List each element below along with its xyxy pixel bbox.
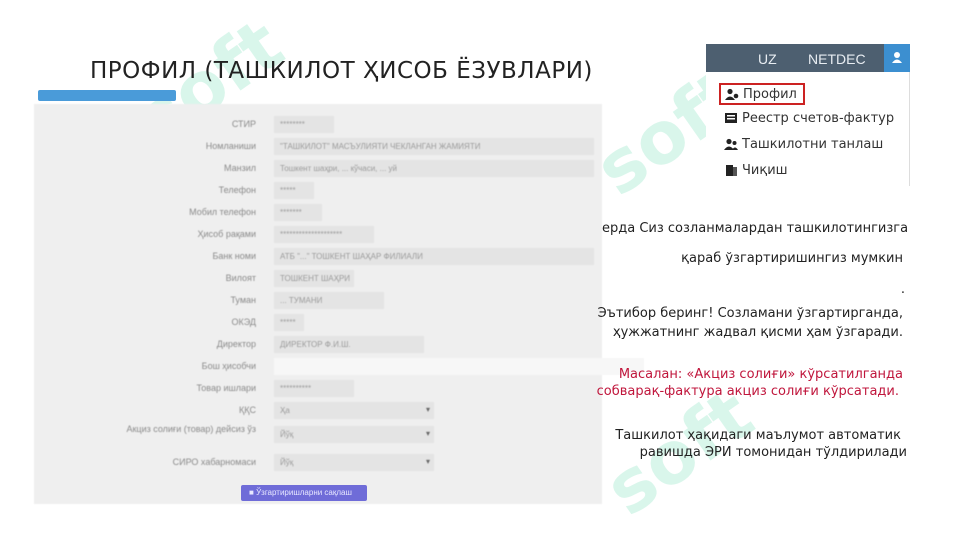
note-settings-2: қараб ўзгартиришингиз мумкин <box>681 251 903 266</box>
menu-item-label: Чиқиш <box>742 162 788 178</box>
field-label: Директор <box>216 339 256 349</box>
form-row-district: Туман ... ТУМАНИ <box>34 290 602 310</box>
form-row-bank: Банк номи АТБ "..." ТОШКЕНТ ШАҲАР ФИЛИАЛ… <box>34 246 602 266</box>
note-example-1: Масалан: «Акциз солиғи» кўрсатилганда <box>618 367 903 382</box>
region-field[interactable]: ТОШКЕНТ ШАҲРИ <box>274 270 354 287</box>
exit-icon <box>724 164 738 176</box>
save-button-label: Ўзгартиришларни сақлаш <box>256 488 352 497</box>
save-changes-button[interactable]: ■ Ўзгартиришларни сақлаш <box>241 485 367 501</box>
form-row-excise: Акциз солиғи (товар) дейсиз ўз Йўқ <box>34 422 602 450</box>
excise-select[interactable]: Йўқ <box>274 426 434 443</box>
field-label: ОКЭД <box>231 317 256 327</box>
field-label: СТИР <box>231 119 256 129</box>
field-label: Вилоят <box>225 273 256 283</box>
menu-item-logout[interactable]: Чиқиш <box>724 160 788 180</box>
menu-item-label: Ташкилотни танлаш <box>742 136 884 152</box>
menu-item-label: Реестр счетов-фактур <box>742 110 895 126</box>
note-auto-2: равишда ЭРИ томонидан тўлдирилади <box>639 445 907 460</box>
form-row-region: Вилоят ТОШКЕНТ ШАҲРИ <box>34 268 602 288</box>
language-switch[interactable]: UZ <box>758 51 777 67</box>
field-label: Мобил телефон <box>189 207 256 217</box>
director-field[interactable]: ДИРЕКТОР Ф.И.Ш. <box>274 336 424 353</box>
form-row-vat: ҚҚС Ҳа <box>34 400 602 420</box>
form-row-accountant: Бош ҳисобчи <box>34 356 644 376</box>
mobile-field[interactable]: ******* <box>274 204 322 221</box>
note-settings-1: ерда Сиз созланмалардан ташкилотингизга <box>602 221 909 236</box>
form-row-oked: ОКЭД ***** <box>34 312 602 332</box>
user-dropdown-menu: UZ NETDEC Профил Реестр счетов-фактур Та… <box>706 44 910 186</box>
field-label: Банк номи <box>212 251 256 261</box>
bank-field[interactable]: АТБ "..." ТОШКЕНТ ШАҲАР ФИЛИАЛИ <box>274 248 594 265</box>
form-row-tin: СТИР ******** <box>34 114 602 134</box>
field-label: СИРО хабарномаси <box>172 457 256 467</box>
note-dot: . <box>900 282 905 297</box>
form-row-name: Номланиши "ТАШКИЛОТ" МАСЪУЛИЯТИ ЧЕКЛАНГА… <box>34 136 602 156</box>
tin-field[interactable]: ******** <box>274 116 334 133</box>
menu-item-profile[interactable]: Профил <box>719 83 805 105</box>
menu-item-select-org[interactable]: Ташкилотни танлаш <box>724 134 883 154</box>
save-button-top[interactable] <box>38 90 176 101</box>
field-label: Ҳисоб рақами <box>197 229 256 239</box>
field-label: Туман <box>230 295 256 305</box>
profile-form: СТИР ******** Номланиши "ТАШКИЛОТ" МАСЪУ… <box>34 104 644 504</box>
oked-field[interactable]: ***** <box>274 314 304 331</box>
field-label: Манзил <box>224 163 256 173</box>
field-label: Акциз солиғи (товар) дейсиз ўз <box>126 424 256 434</box>
note-attention-1: Эътибор беринг! Созламани ўзгартирганда, <box>597 306 903 321</box>
form-row-siro: СИРО хабарномаси Йўқ <box>34 452 602 472</box>
siro-select[interactable]: Йўқ <box>274 454 434 471</box>
accountant-field[interactable] <box>274 358 644 375</box>
field-label: ҚҚС <box>239 405 256 415</box>
form-row-goods: Товар ишлари ********** <box>34 378 602 398</box>
phone-field[interactable]: ***** <box>274 182 314 199</box>
page-title: ПРОФИЛ (ТАШКИЛОТ ҲИСОБ ЁЗУВЛАРИ) <box>90 58 593 84</box>
top-navbar: UZ NETDEC <box>706 44 910 72</box>
field-label: Бош ҳисобчи <box>201 361 256 371</box>
user-gear-icon <box>725 88 739 100</box>
users-icon <box>724 138 738 150</box>
field-label: Товар ишлари <box>196 383 256 393</box>
note-auto-1: Ташкилот ҳақидаги маълумот автоматик <box>615 428 901 443</box>
registry-icon <box>724 112 738 124</box>
goods-field[interactable]: ********** <box>274 380 354 397</box>
save-icon: ■ <box>249 488 257 497</box>
user-name[interactable]: NETDEC <box>808 51 866 67</box>
address-field[interactable]: Тошкент шаҳри, ... кўчаси, ... уй <box>274 160 594 177</box>
account-field[interactable]: ******************** <box>274 226 374 243</box>
field-label: Номланиши <box>205 141 256 151</box>
form-row-phone: Телефон ***** <box>34 180 602 200</box>
district-field[interactable]: ... ТУМАНИ <box>274 292 384 309</box>
form-row-director: Директор ДИРЕКТОР Ф.И.Ш. <box>34 334 602 354</box>
name-field[interactable]: "ТАШКИЛОТ" МАСЪУЛИЯТИ ЧЕКЛАНГАН ЖАМИЯТИ <box>274 138 594 155</box>
field-label: Телефон <box>218 185 256 195</box>
form-row-mobile: Мобил телефон ******* <box>34 202 602 222</box>
vat-select[interactable]: Ҳа <box>274 402 434 419</box>
note-example-2: собварақ-фактура акциз солиғи кўрсатади. <box>596 384 899 399</box>
form-row-account: Ҳисоб рақами ******************** <box>34 224 602 244</box>
note-attention-2: ҳужжатнинг жадвал қисми ҳам ўзгаради. <box>612 325 903 340</box>
user-icon[interactable] <box>884 44 910 72</box>
form-row-address: Манзил Тошкент шаҳри, ... кўчаси, ... уй <box>34 158 602 178</box>
menu-item-label: Профил <box>743 86 797 102</box>
menu-item-invoice-registry[interactable]: Реестр счетов-фактур <box>724 108 894 128</box>
